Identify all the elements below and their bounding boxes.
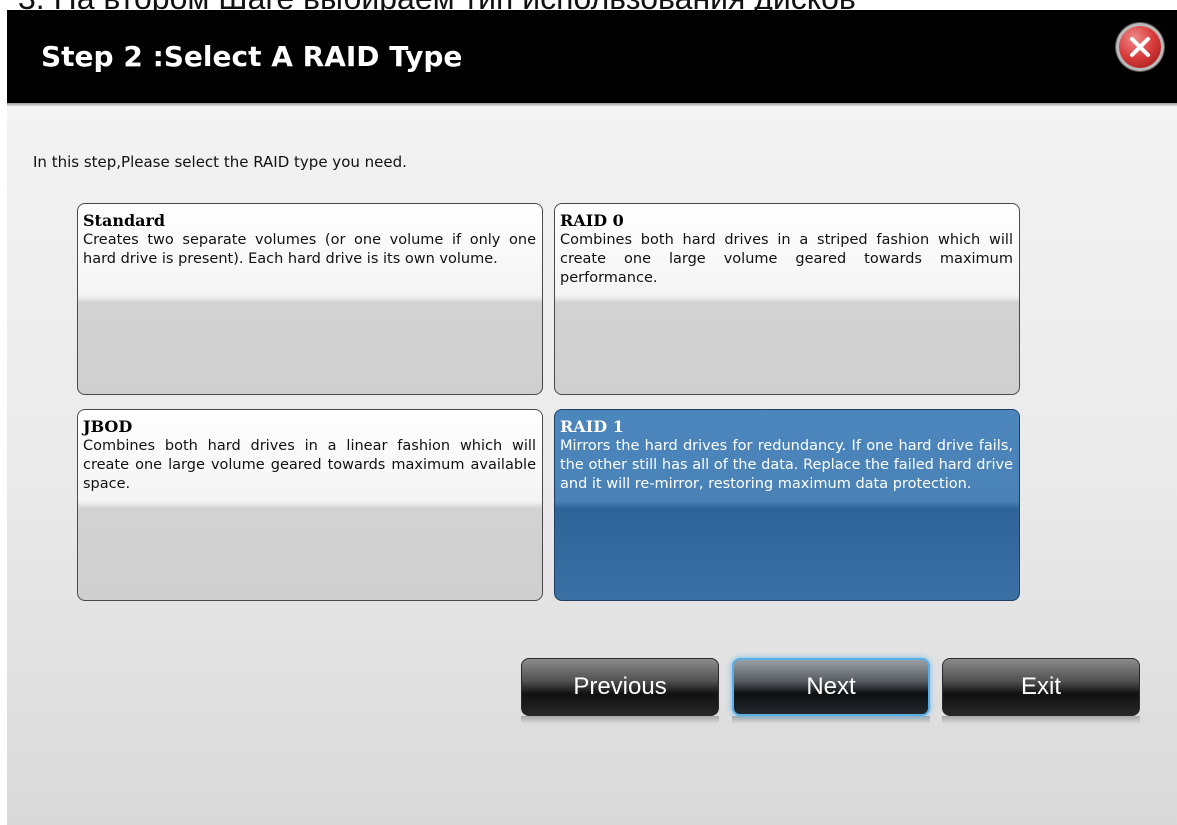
option-description: Mirrors the hard drives for redundancy. … (560, 438, 1013, 492)
instruction-text: In this step,Please select the RAID type… (33, 153, 407, 171)
dialog-title: Step 2 :Select A RAID Type (41, 40, 463, 73)
option-description: Combines both hard drives in a linear fa… (83, 438, 536, 492)
previous-button-shadow (521, 716, 719, 724)
dialog-titlebar: Step 2 :Select A RAID Type (7, 10, 1177, 103)
option-title: JBOD (83, 417, 133, 436)
exit-button-shadow (942, 716, 1140, 724)
option-title: RAID 1 (560, 417, 624, 436)
close-icon (1130, 37, 1150, 57)
exit-button[interactable]: Exit (942, 658, 1140, 716)
next-button[interactable]: Next (732, 658, 930, 716)
raid-option-raid0[interactable]: RAID 0 Combines both hard drives in a st… (554, 203, 1020, 395)
option-title: Standard (83, 211, 166, 230)
close-button[interactable] (1116, 23, 1164, 71)
option-title: RAID 0 (560, 211, 624, 230)
raid-setup-dialog: Step 2 :Select A RAID Type In this step,… (7, 10, 1177, 825)
option-description: Combines both hard drives in a striped f… (560, 232, 1013, 286)
next-button-shadow (732, 716, 930, 724)
raid-option-raid1[interactable]: RAID 1 Mirrors the hard drives for redun… (554, 409, 1020, 601)
titlebar-divider (7, 103, 1177, 106)
raid-option-jbod[interactable]: JBOD Combines both hard drives in a line… (77, 409, 543, 601)
raid-option-standard[interactable]: Standard Creates two separate volumes (o… (77, 203, 543, 395)
previous-button[interactable]: Previous (521, 658, 719, 716)
option-description: Creates two separate volumes (or one vol… (83, 232, 536, 267)
